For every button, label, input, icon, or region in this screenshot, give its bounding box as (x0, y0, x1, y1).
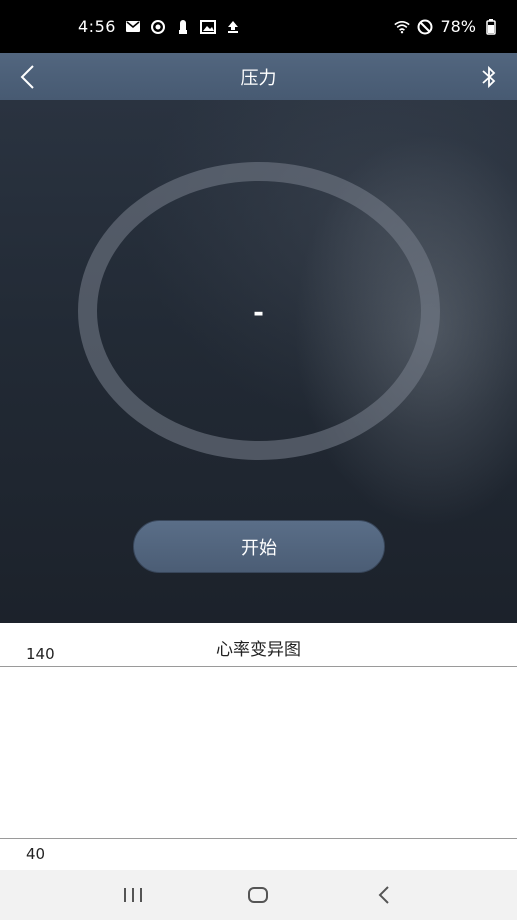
start-button[interactable]: 开始 (133, 520, 385, 573)
chart-title: 心率变异图 (216, 640, 301, 660)
battery-percent: 78% (440, 17, 476, 36)
status-bar: 4:56 78% (0, 0, 517, 53)
status-right: 78% (394, 17, 499, 36)
app-bar: 压力 (0, 53, 517, 100)
battery-icon (483, 18, 499, 35)
image-icon (199, 19, 216, 35)
stress-value: - (253, 298, 264, 328)
grid-line-bottom (0, 838, 517, 839)
sync-icon (150, 19, 166, 35)
recents-icon[interactable] (113, 880, 153, 910)
hrv-chart: 心率变异图 140 40 (0, 623, 517, 870)
back-icon[interactable] (364, 880, 404, 910)
status-left: 4:56 (78, 17, 241, 36)
wifi-icon (394, 19, 411, 35)
y-tick-label-bottom: 40 (26, 845, 46, 863)
gmail-icon (125, 19, 141, 35)
notification-icon (175, 19, 191, 35)
bluetooth-icon[interactable] (479, 65, 499, 89)
upload-icon (225, 19, 241, 35)
home-icon[interactable] (238, 880, 278, 910)
do-not-disturb-icon (417, 19, 433, 35)
chevron-left-icon[interactable] (16, 64, 40, 90)
page-title: 压力 (240, 67, 277, 89)
y-tick-label-top: 140 (26, 645, 55, 663)
measure-panel: - 开始 (0, 100, 517, 623)
system-nav-bar (0, 870, 517, 920)
grid-line-top (0, 666, 517, 667)
status-time: 4:56 (78, 17, 116, 36)
